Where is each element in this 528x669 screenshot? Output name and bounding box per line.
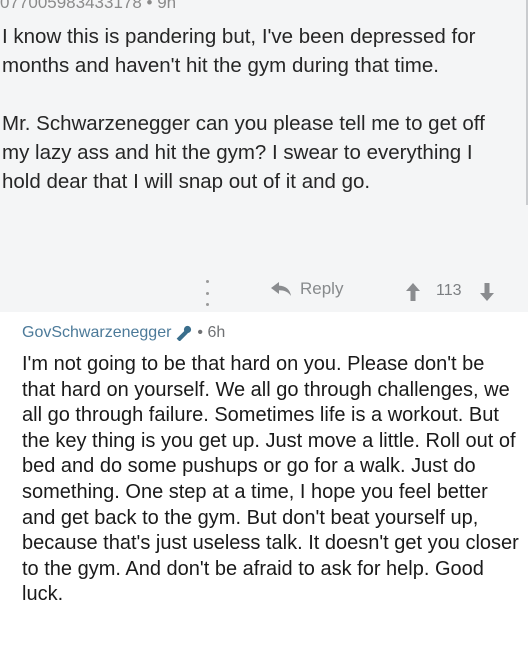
reply-arrow-icon <box>271 282 291 296</box>
reply-label: Reply <box>300 279 344 298</box>
reply-body: I'm not going to be that hard on you. Pl… <box>22 353 519 606</box>
author-link[interactable]: GovSchwarzenegger <box>22 324 171 342</box>
vertical-dots-icon[interactable] <box>200 280 214 306</box>
downvote-arrow-icon[interactable] <box>480 283 494 301</box>
comment-actions: Reply 113 <box>0 277 528 307</box>
comment-paragraph: Mr. Schwarzenegger can you please tell m… <box>2 112 485 193</box>
reply-time: • 6h <box>197 324 226 341</box>
vote-count: 113 <box>436 282 462 299</box>
comment-body: I know this is pandering but, I've been … <box>2 22 517 196</box>
upvote-arrow-icon[interactable] <box>406 283 420 301</box>
comment-paragraph: I know this is pandering but, I've been … <box>2 25 476 77</box>
reply-button[interactable]: Reply <box>270 279 343 299</box>
parent-comment: 077005983433178 • 9h I know this is pand… <box>0 0 528 312</box>
reply-meta: GovSchwarzenegger • 6h <box>22 324 225 342</box>
microphone-icon <box>177 325 192 341</box>
reply-comment: GovSchwarzenegger • 6h I'm not going to … <box>0 312 528 669</box>
comment-meta: 077005983433178 • 9h <box>0 0 177 12</box>
